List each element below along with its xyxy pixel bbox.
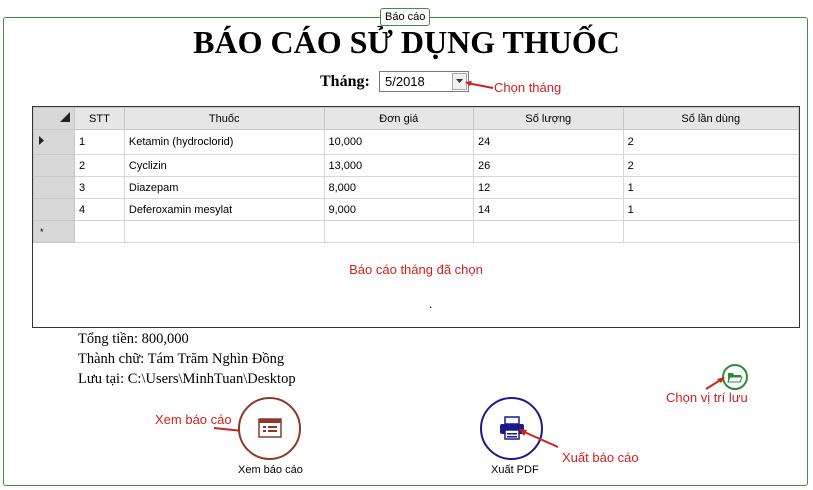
table-row[interactable]: 1 Ketamin (hydroclorid) 10,000 24 2	[33, 129, 800, 155]
cell-empty[interactable]	[74, 220, 125, 243]
table-row[interactable]: 4 Deferoxamin mesylat 9,000 14 1	[33, 198, 800, 221]
annotation-arrow-export	[519, 429, 559, 448]
column-header-stt[interactable]: STT	[74, 107, 125, 130]
cell-empty[interactable]	[622, 220, 800, 243]
grid-dot: .	[429, 297, 433, 311]
cell-drug[interactable]: Cyclizin	[123, 154, 325, 177]
cell-price[interactable]: 8,000	[323, 176, 475, 199]
export-pdf-label[interactable]: Xuất PDF	[491, 464, 539, 476]
column-header-uses[interactable]: Số lần dùng	[622, 107, 800, 130]
report-grid[interactable]: STT Thuốc Đơn giá Số lượng Số lần dùng 1…	[32, 106, 800, 328]
cell-uses[interactable]: 1	[622, 198, 800, 221]
annotation-arrow-month	[465, 81, 494, 89]
grid-table: STT Thuốc Đơn giá Số lượng Số lần dùng 1…	[33, 107, 800, 243]
cell-uses[interactable]: 1	[622, 176, 800, 199]
row-pointer-icon	[39, 136, 44, 145]
view-report-label[interactable]: Xem báo cáo	[238, 464, 303, 476]
cell-price[interactable]: 9,000	[323, 198, 475, 221]
month-value[interactable]: 5/2018	[385, 74, 425, 89]
cell-drug[interactable]: Diazepam	[123, 176, 325, 199]
cell-drug[interactable]: Ketamin (hydroclorid)	[123, 129, 325, 155]
cell-uses[interactable]: 2	[622, 154, 800, 177]
cell-empty[interactable]	[123, 220, 325, 243]
month-picker[interactable]: 5/2018	[379, 71, 469, 92]
cell-stt[interactable]: 4	[74, 198, 125, 221]
column-header-price[interactable]: Đơn giá	[323, 107, 475, 130]
save-location: Lưu tại: C:\Users\MinhTuan\Desktop	[78, 371, 296, 387]
column-header-quantity[interactable]: Số lượng	[473, 107, 624, 130]
column-header-drug[interactable]: Thuốc	[123, 107, 325, 130]
view-report-button[interactable]	[238, 397, 301, 460]
cell-stt[interactable]: 2	[74, 154, 125, 177]
annotation-report-selected-month: Báo cáo tháng đã chọn	[349, 262, 483, 277]
cell-empty[interactable]	[473, 220, 624, 243]
grid-header-row: STT Thuốc Đơn giá Số lượng Số lần dùng	[33, 107, 800, 130]
new-row-marker: *	[33, 220, 75, 243]
row-header[interactable]	[33, 198, 75, 221]
page-title: BÁO CÁO SỬ DỤNG THUỐC	[193, 24, 620, 60]
cell-price[interactable]: 10,000	[323, 129, 475, 155]
select-all-corner[interactable]	[33, 107, 75, 130]
amount-in-words: Thành chữ: Tám Trăm Nghìn Đồng	[78, 351, 285, 367]
annotation-export-report: Xuất báo cáo	[562, 450, 639, 465]
row-header[interactable]	[33, 176, 75, 199]
month-label: Tháng:	[320, 73, 370, 90]
cell-drug[interactable]: Deferoxamin mesylat	[123, 198, 325, 221]
annotation-choose-month: Chọn tháng	[494, 80, 562, 95]
total-amount: Tổng tiền: 800,000	[78, 331, 189, 347]
row-header[interactable]	[33, 154, 75, 177]
folder-icon	[727, 373, 743, 383]
cell-stt[interactable]: 1	[74, 129, 125, 155]
cell-stt[interactable]: 3	[74, 176, 125, 199]
cell-quantity[interactable]: 12	[473, 176, 624, 199]
new-row[interactable]: *	[33, 220, 800, 243]
cell-quantity[interactable]: 14	[473, 198, 624, 221]
table-row[interactable]: 3 Diazepam 8,000 12 1	[33, 176, 800, 199]
cell-empty[interactable]	[323, 220, 475, 243]
report-icon	[258, 418, 282, 438]
cell-quantity[interactable]: 24	[473, 129, 624, 155]
cell-quantity[interactable]: 26	[473, 154, 624, 177]
cell-uses[interactable]: 2	[622, 129, 800, 155]
cell-price[interactable]: 13,000	[323, 154, 475, 177]
row-header[interactable]	[33, 129, 75, 155]
table-row[interactable]: 2 Cyclizin 13,000 26 2	[33, 154, 800, 177]
annotation-choose-location: Chọn vị trí lưu	[666, 390, 748, 405]
